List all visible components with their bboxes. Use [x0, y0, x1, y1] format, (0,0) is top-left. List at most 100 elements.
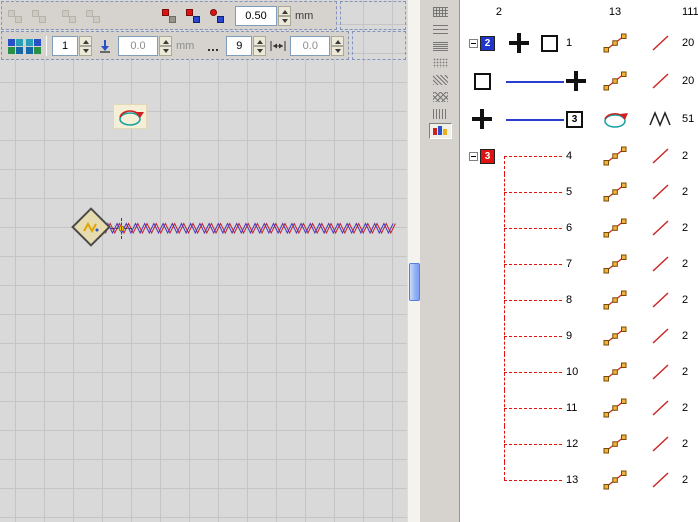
- object-row[interactable]: 20: [460, 62, 698, 100]
- scrollbar-thumb[interactable]: [409, 263, 420, 301]
- red-marker-tool-icon[interactable]: [161, 8, 177, 24]
- pattern-vlines-button[interactable]: [429, 106, 452, 122]
- pattern-crosshatch-button[interactable]: [429, 89, 452, 105]
- object-row[interactable]: 132: [460, 462, 698, 498]
- object-row[interactable]: 351: [460, 100, 698, 138]
- object-number: 4: [564, 138, 592, 174]
- tool-b-icon[interactable]: [31, 8, 47, 24]
- row-icon-b: [534, 318, 564, 354]
- stitch-count: 2: [682, 426, 698, 462]
- stitch-line-icon: [648, 216, 672, 240]
- row-icon-b: [534, 426, 564, 462]
- object-type-icon-cell: [592, 390, 638, 426]
- spin-up-icon[interactable]: [79, 36, 92, 46]
- stitch-line-icon: [648, 468, 672, 492]
- ellipsis-icon[interactable]: [206, 39, 220, 53]
- collapse-toggle-icon[interactable]: [469, 152, 478, 161]
- object-number: 3: [564, 100, 592, 138]
- align-down-icon[interactable]: [97, 38, 113, 54]
- spin-down-icon[interactable]: [79, 46, 92, 56]
- pattern-grid-button[interactable]: [429, 4, 452, 20]
- stitch-line-icon: [648, 252, 672, 276]
- spin-up-icon[interactable]: [159, 36, 172, 46]
- density-input[interactable]: [235, 6, 277, 26]
- spin-down-icon[interactable]: [159, 46, 172, 56]
- toolbar-separator: [46, 36, 47, 56]
- tool-c-icon[interactable]: [61, 8, 77, 24]
- color-group-badge[interactable]: 2: [480, 36, 495, 51]
- color-group-badge[interactable]: 3: [480, 149, 495, 164]
- object-row[interactable]: 342: [460, 138, 698, 174]
- offset-input[interactable]: [118, 36, 158, 56]
- row-icon-a: [504, 246, 534, 282]
- row-icon-a: [504, 354, 534, 390]
- object-row[interactable]: 12 2: [460, 426, 698, 462]
- row-lead: [460, 390, 504, 426]
- stitch-color-view-button[interactable]: [429, 123, 452, 139]
- run-stitch-icon: [602, 324, 628, 348]
- red-blue-marker-tool-icon[interactable]: [185, 8, 201, 24]
- row-lead: [460, 354, 504, 390]
- color-grid-tool-2-icon[interactable]: [25, 38, 41, 54]
- pattern-diagonal-button[interactable]: [429, 72, 452, 88]
- tool-a-icon[interactable]: [7, 8, 23, 24]
- object-number: 11: [564, 390, 592, 426]
- row-icon-b: [534, 62, 564, 100]
- object-diamond-handle[interactable]: [71, 207, 111, 247]
- circle-marker-tool-icon[interactable]: [209, 8, 225, 24]
- collapse-toggle-icon[interactable]: [469, 39, 478, 48]
- object-row[interactable]: 92: [460, 318, 698, 354]
- tool-d-icon[interactable]: [85, 8, 101, 24]
- object-row[interactable]: 2120: [460, 24, 698, 62]
- count-input[interactable]: [226, 36, 252, 56]
- object-row[interactable]: 52: [460, 174, 698, 210]
- totals-row: 2 13 111: [460, 0, 698, 24]
- width-arrows-icon[interactable]: [270, 38, 286, 54]
- design-canvas[interactable]: mm mm: [0, 0, 407, 522]
- object-row[interactable]: 82: [460, 282, 698, 318]
- index-input[interactable]: [52, 36, 78, 56]
- spin-down-icon[interactable]: [331, 46, 344, 56]
- object-row[interactable]: 11 2: [460, 390, 698, 426]
- pattern-hlines-button[interactable]: [429, 21, 452, 37]
- index-spinbox: [52, 36, 92, 56]
- stitch-count: 2: [682, 210, 698, 246]
- stitch-count: 2: [682, 390, 698, 426]
- object-row[interactable]: 72: [460, 246, 698, 282]
- color-grid-tool-icon[interactable]: [7, 38, 23, 54]
- object-number: 12: [564, 426, 592, 462]
- plus-icon: [566, 71, 586, 91]
- zigzag-stitch-object[interactable]: [101, 221, 399, 236]
- object-glyph-icon: [83, 221, 99, 233]
- spin-up-icon[interactable]: [253, 36, 266, 46]
- entry-point-dot: [119, 226, 124, 231]
- spin-up-icon[interactable]: [278, 6, 291, 16]
- spin-down-icon[interactable]: [278, 16, 291, 26]
- stitch-type-icon-cell: [638, 246, 682, 282]
- offset-unit-label: mm: [176, 40, 194, 52]
- spacing-input[interactable]: [290, 36, 330, 56]
- row-icon-a: [504, 24, 534, 62]
- pattern-crosshatch-icon: [433, 92, 448, 102]
- plus-icon: [472, 109, 492, 129]
- stitch-count: 2: [682, 354, 698, 390]
- pattern-hlines-dense-button[interactable]: [429, 38, 452, 54]
- spin-down-icon[interactable]: [253, 46, 266, 56]
- pattern-dots-button[interactable]: [429, 55, 452, 71]
- density-spinbox: [235, 6, 291, 26]
- stitch-type-icon-cell: [638, 62, 682, 100]
- stitch-count: 20: [682, 24, 698, 62]
- object-row[interactable]: 102: [460, 354, 698, 390]
- count-spinbox: [226, 36, 266, 56]
- object-row[interactable]: 62: [460, 210, 698, 246]
- object-type-icon-cell: [592, 24, 638, 62]
- stitch-type-icon-cell: [638, 390, 682, 426]
- rotation-tool-icon[interactable]: [113, 104, 147, 129]
- stitch-type-icon-cell: [638, 354, 682, 390]
- stitch-entry-marker: [111, 218, 132, 239]
- spin-up-icon[interactable]: [331, 36, 344, 46]
- canvas-vertical-scrollbar[interactable]: [407, 0, 420, 522]
- parameters-toolbar: mm mm: [1, 31, 349, 60]
- row-icon-a: [504, 390, 534, 426]
- row-icon-a: [504, 100, 534, 138]
